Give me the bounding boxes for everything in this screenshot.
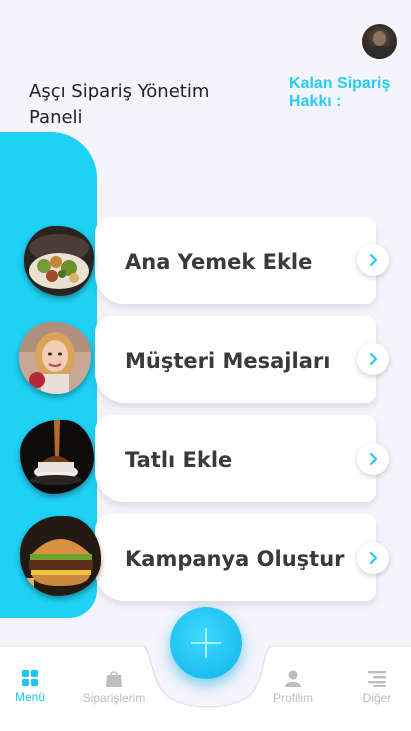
menu-card-customer-messages[interactable]: Müşteri Mesajları xyxy=(95,316,376,403)
nav-profile-label: Profilim xyxy=(272,691,313,705)
avatar-head xyxy=(373,31,386,46)
add-fab-button[interactable] xyxy=(170,607,242,679)
avatar-body xyxy=(367,46,392,59)
menu-card-label: Kampanya Oluştur xyxy=(125,547,345,571)
menu-card-create-campaign[interactable]: Kampanya Oluştur xyxy=(95,514,376,601)
menu-card-add-dessert[interactable]: Tatlı Ekle xyxy=(95,415,376,502)
chevron-right-icon[interactable] xyxy=(357,244,389,276)
chevron-right-icon[interactable] xyxy=(357,443,389,475)
nav-other-label: Diğer xyxy=(362,691,392,705)
menu-card-label: Tatlı Ekle xyxy=(125,448,233,472)
menu-card-label: Ana Yemek Ekle xyxy=(125,250,313,274)
menu-card-main-dish[interactable]: Ana Yemek Ekle xyxy=(95,217,376,304)
chevron-right-icon[interactable] xyxy=(357,343,389,375)
list-icon xyxy=(368,671,386,687)
nav-profile[interactable]: Profilim xyxy=(253,670,333,705)
menu-card-label: Müşteri Mesajları xyxy=(125,349,331,373)
remaining-order-quota-label: Kalan Sipariş Hakkı : xyxy=(289,75,391,110)
main-dish-photo xyxy=(24,226,94,296)
grid-icon xyxy=(22,670,38,686)
nav-menu-label: Menü xyxy=(14,690,46,704)
nav-orders-label: Siparişlerim xyxy=(82,691,146,705)
page-title: Aşçı Sipariş Yönetim Paneli xyxy=(29,81,210,128)
nav-other[interactable]: Diğer xyxy=(337,670,411,705)
chevron-right-icon[interactable] xyxy=(357,542,389,574)
customer-photo xyxy=(19,322,91,394)
profile-avatar[interactable] xyxy=(362,24,397,59)
nav-orders[interactable]: Siparişlerim xyxy=(74,670,154,705)
nav-menu[interactable]: Menü xyxy=(0,670,70,704)
bag-icon xyxy=(106,671,122,687)
plus-icon xyxy=(191,628,221,658)
person-icon xyxy=(285,670,301,687)
burger-photo xyxy=(20,516,101,596)
